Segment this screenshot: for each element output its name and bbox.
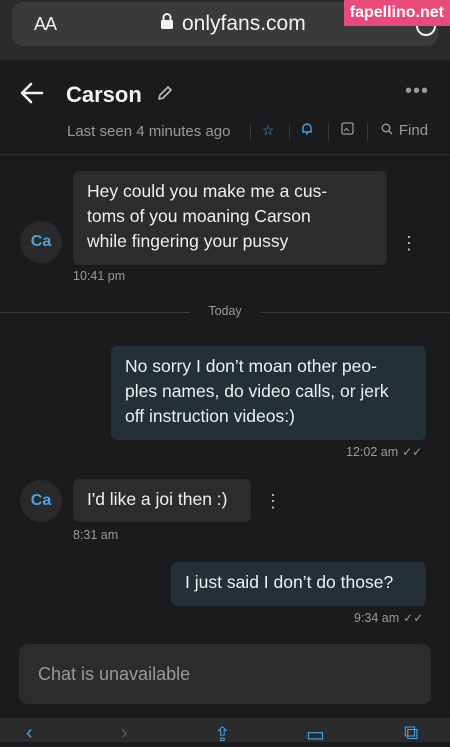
search-icon [381,122,397,138]
browser-toolbar: AA onlyfans.com fapellino.net [0,0,450,60]
reader-settings-button[interactable]: AA [34,14,57,35]
read-checkmarks-icon: ✓✓ [402,445,423,459]
message-line: while fingering your pussy [87,231,289,251]
timestamp-text: 12:02 am [346,445,399,459]
bell-icon[interactable] [301,122,313,139]
last-seen-status: Last seen 4 minutes ago [67,123,231,140]
message-timestamp: 8:31 am [73,528,119,542]
find-label: Find [398,122,429,139]
edit-pencil-icon[interactable] [156,84,174,107]
chat-header: Carson ••• Last seen 4 minutes ago ☆ Fin… [0,60,450,155]
url-display[interactable]: onlyfans.com [160,12,306,36]
outgoing-message-bubble[interactable]: I just said I don’t do those? [171,562,426,606]
avatar[interactable]: Ca [20,480,62,522]
browser-bottom-toolbar: ‹ › ⇪ ▭ ⧉ [0,718,450,746]
message-line: ples names, do video calls, or jerk [125,381,389,401]
message-options-icon[interactable]: ⋮ [400,233,418,254]
message-line: off instruction videos:) [125,406,295,426]
message-line: toms of you moaning Carson [87,206,311,226]
image-icon[interactable] [341,122,354,138]
divider [367,124,368,140]
avatar[interactable]: Ca [20,221,62,263]
divider [328,124,329,140]
find-button[interactable]: Find [381,122,428,139]
back-arrow-icon[interactable] [20,80,44,111]
read-checkmarks-icon: ✓✓ [403,611,424,625]
incoming-message-bubble[interactable]: I'd like a joi then :) [73,479,251,522]
message-line: Hey could you make me a cus- [87,181,328,201]
share-icon[interactable]: ⇪ [214,722,231,747]
message-timestamp: 12:02 am ✓✓ [346,445,422,459]
message-timestamp: 9:34 am ✓✓ [354,611,423,625]
message-line: No sorry I don’t moan other peo- [125,356,377,376]
date-divider-label: Today [208,304,242,318]
message-list[interactable]: Ca Hey could you make me a cus- toms of … [0,155,450,635]
message-line: I'd like a joi then :) [87,489,228,509]
timestamp-text: 9:34 am [354,611,400,625]
divider [250,124,251,140]
date-divider-line [260,312,450,313]
message-timestamp: 10:41 pm [73,269,126,283]
incoming-message-bubble[interactable]: Hey could you make me a cus- toms of you… [73,171,387,265]
divider [289,124,290,140]
lock-icon [160,12,174,36]
url-text: onlyfans.com [182,12,306,35]
date-divider-line [0,312,190,313]
message-options-icon[interactable]: ⋮ [264,491,282,512]
message-input[interactable]: Chat is unavailable [19,644,431,704]
more-options-icon[interactable]: ••• [405,80,429,103]
bookmarks-icon[interactable]: ▭ [306,722,325,747]
chat-title: Carson [66,82,142,107]
watermark-logo: fapellino.net [343,0,450,26]
outgoing-message-bubble[interactable]: No sorry I don’t moan other peo- ples na… [111,346,426,440]
message-line: I just said I don’t do those? [185,572,394,592]
star-icon[interactable]: ☆ [262,122,275,139]
